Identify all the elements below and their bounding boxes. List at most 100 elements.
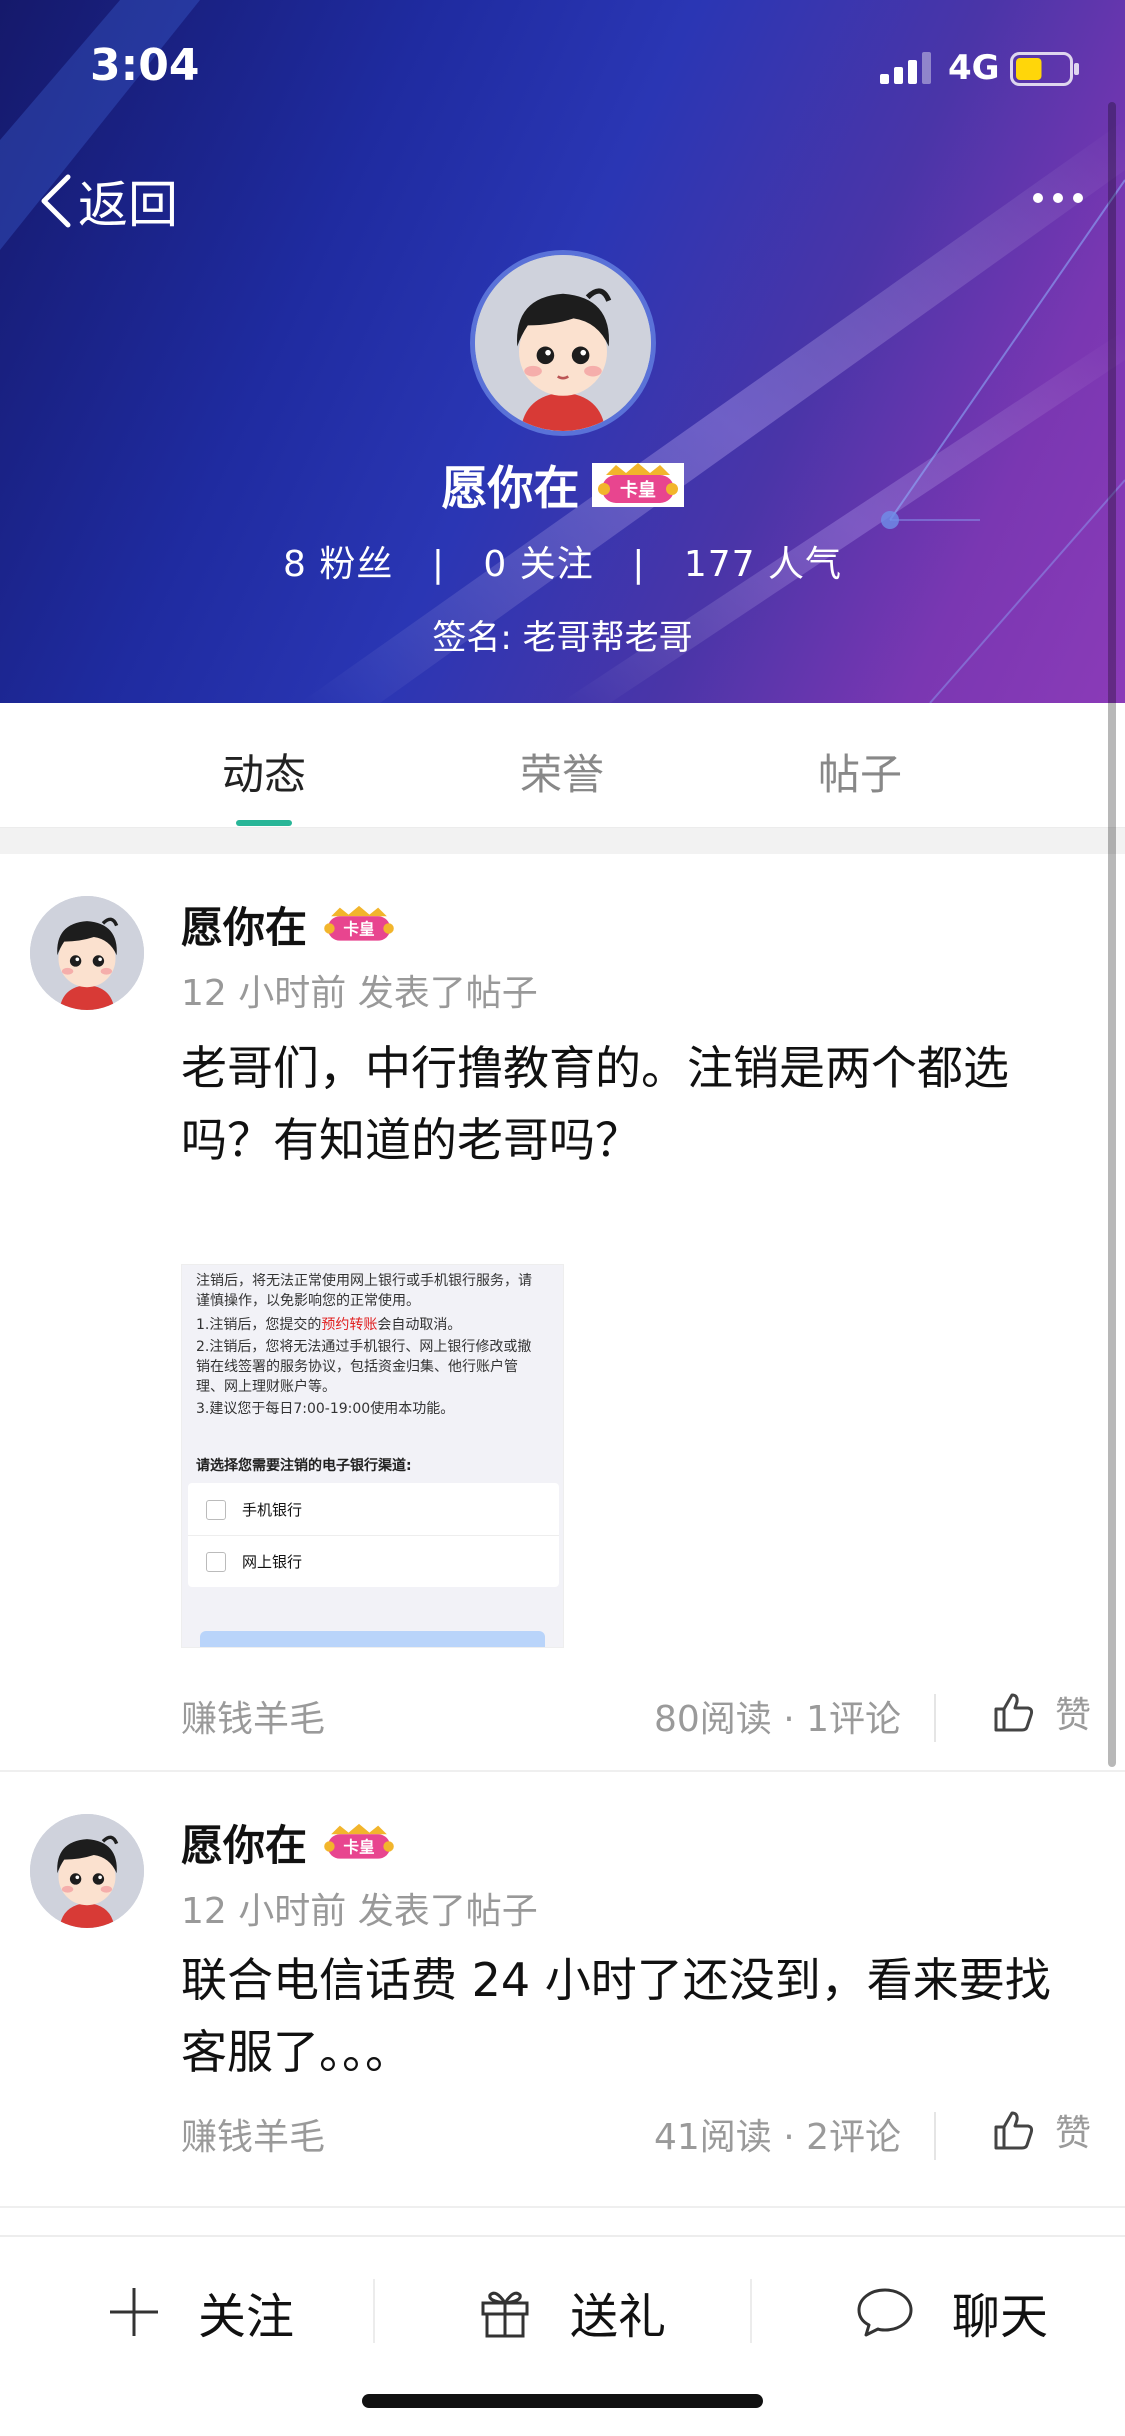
bar-divider (373, 2279, 375, 2343)
profile-name-row: 愿你在 卡皇 (0, 452, 1125, 518)
profile-stats: 8 粉丝 | 0 关注 | 177 人气 (0, 535, 1125, 587)
network-type: 4G (948, 48, 1000, 88)
like-label: 赞 (1054, 2113, 1091, 2154)
checkbox-icon (206, 1499, 226, 1520)
stats-separator: | (431, 544, 445, 585)
post-author-avatar[interactable] (30, 1814, 144, 1928)
post-stats: 80阅读 · 1评论 (653, 1699, 901, 1740)
fans-count: 8 (282, 544, 307, 585)
post-author-avatar[interactable] (30, 896, 144, 1010)
profile-signature: 签名: 老哥帮老哥 (432, 618, 693, 658)
post-card[interactable]: 愿你在 卡皇 12 小时前 发表了帖子 联合电信话费 24 小时了还没到，看来要… (0, 1772, 1125, 2206)
scrollbar[interactable] (1108, 102, 1116, 1767)
fans-stat[interactable]: 8 粉丝 (283, 544, 393, 585)
post-meta: 12 小时前 发表了帖子 (181, 973, 538, 1014)
popularity-stat: 177 人气 (684, 544, 842, 585)
cartoon-boy-avatar-image (30, 1814, 144, 1928)
post-footer: 赚钱羊毛 80阅读 · 1评论 赞 (181, 1684, 1091, 1744)
image-text-line: 3.建议您于每日7:00-19:00使用本功能。 (196, 1401, 455, 1417)
like-button[interactable]: 赞 (993, 1686, 1091, 1738)
chat-bubble-icon (857, 2288, 913, 2337)
post-meta: 12 小时前 发表了帖子 (181, 1891, 538, 1932)
image-option-label: 手机银行 (242, 1501, 303, 1519)
badge-text: 卡皇 (620, 479, 656, 501)
vip-crown-badge: 卡皇 (324, 905, 394, 941)
post-image-thumbnail[interactable]: 注销后，将无法正常使用网上银行或手机银行服务，请 谨慎操作，以免影响您的正常使用… (181, 1264, 564, 1648)
gift-label: 送礼 (570, 2289, 667, 2345)
more-dots-icon[interactable] (1030, 188, 1086, 208)
tab-posts[interactable]: 帖子 (760, 741, 960, 802)
image-subtitle: 请选择您需要注销的电子银行渠道: (196, 1458, 412, 1474)
following-stat[interactable]: 0 关注 (483, 544, 593, 585)
image-text-segment: 会自动取消。 (377, 1317, 462, 1333)
following-count: 0 (483, 544, 508, 585)
signal-strength-icon (880, 52, 931, 84)
image-text-line: 理、网上理财账户等。 (196, 1379, 336, 1395)
status-time: 3:04 (90, 40, 200, 91)
image-option: 网上银行 (206, 1551, 302, 1572)
tab-honors[interactable]: 荣誉 (462, 741, 662, 802)
cartoon-boy-avatar-image (475, 255, 651, 431)
post-card[interactable]: 愿你在 卡皇 12 小时前 发表了帖子 老哥们，中行撸教育的。注销是两个都选吗？… (0, 854, 1125, 1770)
post-category-tag[interactable]: 赚钱羊毛 (181, 1690, 325, 1742)
footer-divider (934, 1694, 936, 1742)
image-text-line: 销在线签署的服务协议，包括资金归集、他行账户管 (196, 1359, 518, 1375)
chat-label: 聊天 (952, 2289, 1049, 2345)
profile-avatar[interactable] (470, 250, 656, 436)
vip-crown-badge: 卡皇 (324, 1823, 394, 1859)
image-button-shape (200, 1631, 545, 1647)
post-category-tag[interactable]: 赚钱羊毛 (181, 2108, 325, 2160)
post-text[interactable]: 老哥们，中行撸教育的。注销是两个都选吗？有知道的老哥吗？ (181, 1032, 1091, 1176)
battery-icon (1010, 52, 1079, 86)
vip-crown-badge: 卡皇 (591, 463, 684, 507)
footer-divider (934, 2112, 936, 2160)
post-author-row: 愿你在 卡皇 (181, 1812, 399, 1873)
image-text-line: 谨慎操作，以免影响您的正常使用。 (196, 1293, 420, 1309)
like-button[interactable]: 赞 (993, 2104, 1091, 2156)
fans-label: 粉丝 (319, 544, 394, 585)
image-option: 手机银行 (206, 1499, 302, 1520)
post-author-name[interactable]: 愿你在 (181, 1812, 307, 1873)
active-tab-indicator (236, 820, 292, 826)
post-divider (0, 2206, 1125, 2208)
home-indicator[interactable] (362, 2394, 763, 2408)
thumbs-up-icon (994, 2111, 1034, 2150)
image-text-line: 注销后，将无法正常使用网上银行或手机银行服务，请 (196, 1273, 532, 1289)
thumbs-up-icon (994, 1693, 1034, 1732)
image-text-segment: 1.注销后，您提交的 (196, 1317, 322, 1333)
back-label: 返回 (78, 176, 178, 234)
popularity-count: 177 (683, 544, 756, 585)
badge-text: 卡皇 (343, 1837, 374, 1856)
post-author-row: 愿你在 卡皇 (181, 894, 399, 955)
image-text-line: 2.注销后，您将无法通过手机银行、网上银行修改或撤 (196, 1339, 532, 1355)
image-highlight-text: 预约转账 (321, 1317, 378, 1333)
back-button[interactable]: 返回 (38, 165, 178, 237)
bar-divider (750, 2279, 752, 2343)
image-text-line: 1.注销后，您提交的预约转账会自动取消。 (196, 1315, 461, 1335)
post-footer: 赚钱羊毛 41阅读 · 2评论 赞 (181, 2102, 1091, 2162)
profile-header: 3:04 4G 返回 愿你在 卡皇 8 粉丝 | 0 关注 | 177 人气 签… (0, 0, 1125, 703)
checkbox-icon (206, 1551, 226, 1572)
popularity-label: 人气 (768, 544, 843, 585)
follow-button[interactable]: 关注 (108, 2277, 294, 2347)
badge-text: 卡皇 (343, 919, 374, 938)
tab-activity[interactable]: 动态 (164, 741, 364, 802)
cartoon-boy-avatar-image (30, 896, 144, 1010)
image-divider (188, 1535, 559, 1536)
plus-icon (110, 2288, 158, 2336)
gift-icon (481, 2291, 529, 2338)
image-option-label: 网上银行 (242, 1553, 303, 1571)
gift-button[interactable]: 送礼 (478, 2277, 666, 2347)
profile-name: 愿你在 (441, 461, 580, 515)
following-label: 关注 (519, 544, 594, 585)
post-text[interactable]: 联合电信话费 24 小时了还没到，看来要找客服了。。。 (181, 1944, 1091, 2088)
stats-separator: | (632, 544, 646, 585)
chevron-left-icon (41, 174, 71, 228)
post-stats: 41阅读 · 2评论 (653, 2117, 901, 2158)
profile-tabs: 动态 荣誉 帖子 (0, 703, 1125, 828)
section-gap (0, 828, 1125, 854)
post-author-name[interactable]: 愿你在 (181, 894, 307, 955)
like-label: 赞 (1054, 1695, 1091, 1736)
status-bar: 3:04 4G (0, 0, 1125, 140)
chat-button[interactable]: 聊天 (856, 2277, 1048, 2347)
